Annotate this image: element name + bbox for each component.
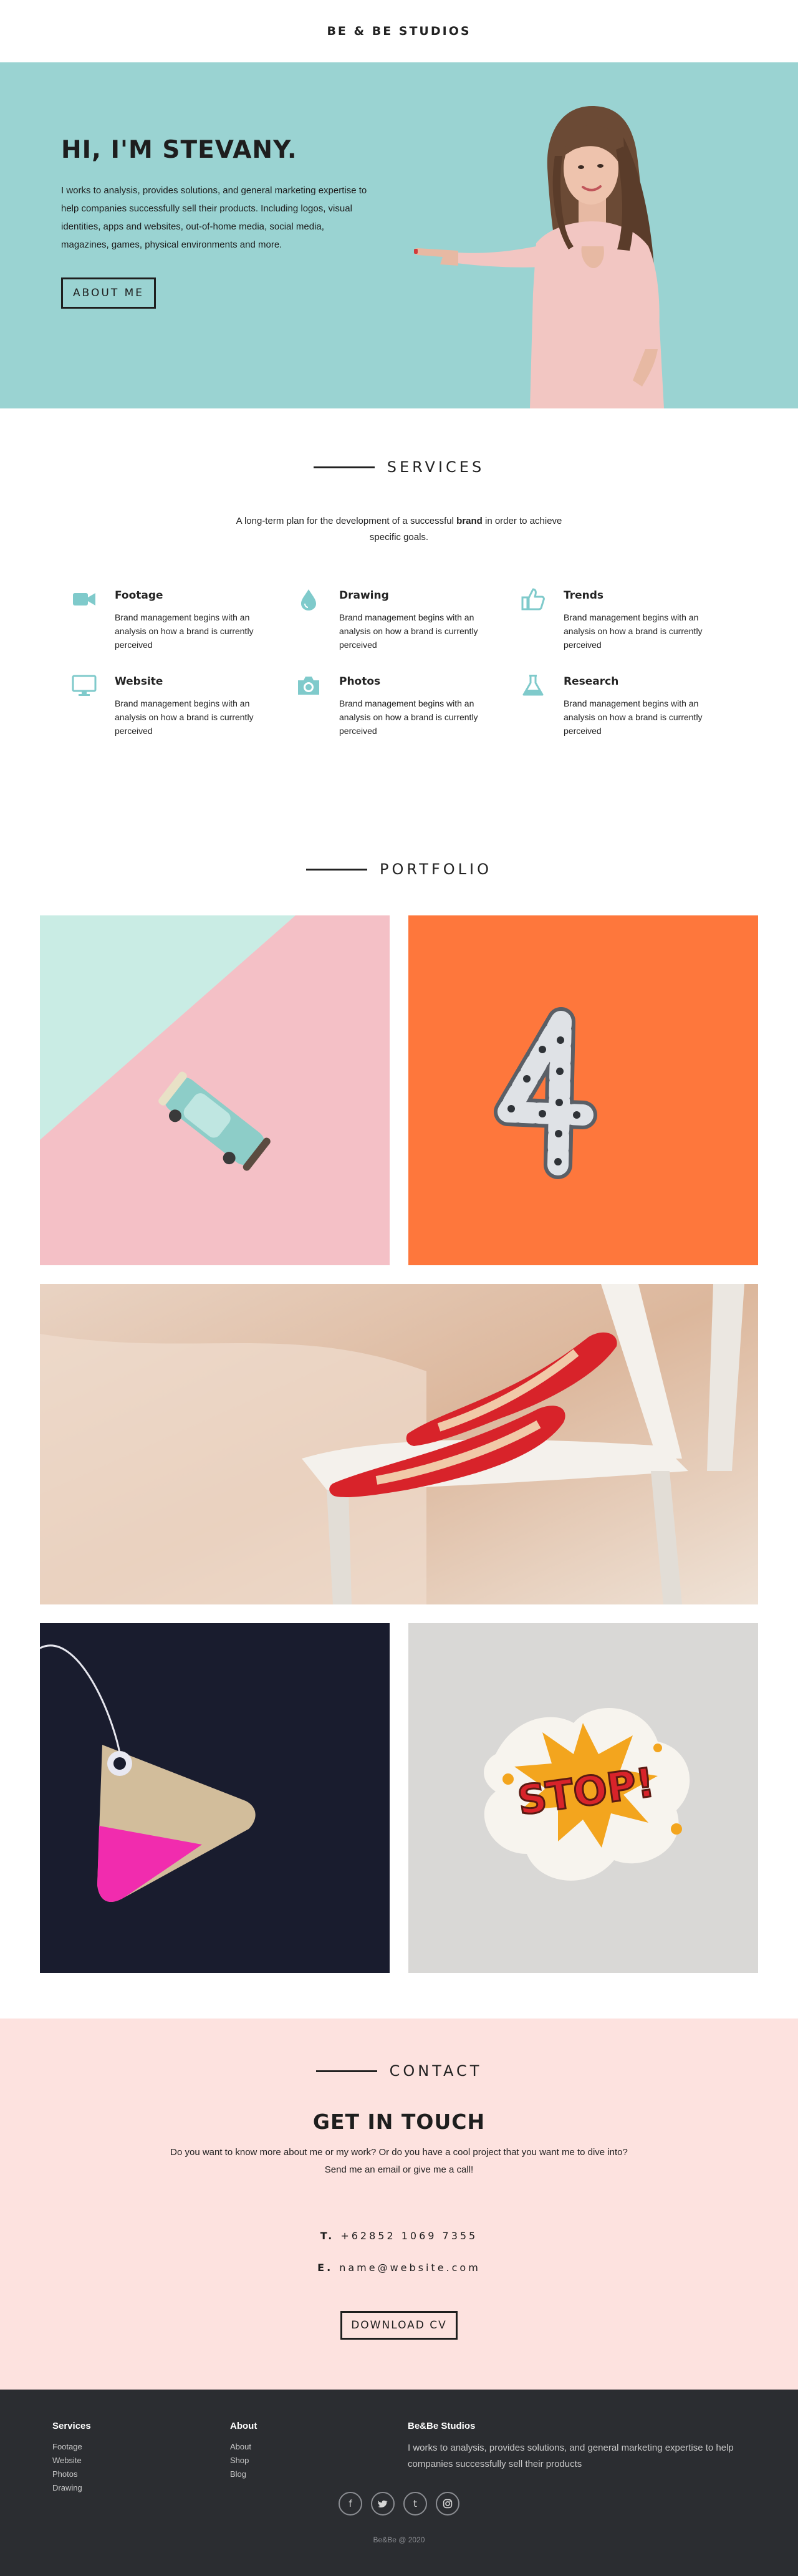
footer-about-text: I works to analysis, provides solutions,… [408,2443,734,2469]
contact-text: Do you want to know more about me or my … [0,2144,798,2179]
footer-studio-column: Be&Be Studios I works to analysis, provi… [408,2421,757,2472]
bike-chain-number-image[interactable] [408,915,758,1265]
service-name: Research [564,675,619,688]
contact-phone: T. +62852 1069 7355 [0,2230,798,2242]
copyright-text: Be&Be @ 2020 [373,2535,425,2544]
phone-label: T. [320,2230,335,2242]
email-address[interactable]: name@website.com [339,2262,481,2274]
contact-section-title: CONTACT [0,2062,798,2080]
services-intro-bold: brand [456,516,483,526]
services-intro-text: A long-term plan for the development of … [236,516,457,526]
service-name: Footage [115,589,163,602]
hero-section: HI, I'M STEVANY. I works to analysis, pr… [0,62,798,408]
service-item-footage: Footage Brand management begins with an … [71,587,296,652]
site-header: BE & BE STUDIOS [0,0,798,62]
camera-icon [296,673,322,699]
contact-text-line2: Send me an email or give me a call! [324,2164,474,2175]
title-divider-line [313,466,375,468]
monitor-icon [71,673,97,699]
footer-services-column: Services Footage Website Photos Drawing [52,2421,91,2495]
site-logo[interactable]: BE & BE STUDIOS [327,24,471,38]
services-intro: A long-term plan for the development of … [224,513,574,546]
service-item-research: Research Brand management begins with an… [520,673,744,738]
footer-link-shop[interactable]: Shop [230,2454,257,2467]
flask-icon [520,673,546,699]
hero-title: HI, I'M STEVANY. [61,136,297,164]
social-links: f t [0,2492,798,2516]
drop-icon [296,587,322,613]
footer-column-title: Be&Be Studios [408,2421,476,2431]
title-divider-line [306,868,367,871]
contact-section: CONTACT GET IN TOUCH Do you want to know… [0,2019,798,2390]
facebook-icon[interactable]: f [339,2492,362,2516]
service-description: Brand management begins with an analysis… [339,698,478,736]
footer-link-blog[interactable]: Blog [230,2467,257,2481]
portfolio-title: PORTFOLIO [380,861,492,878]
service-item-trends: Trends Brand management begins with an a… [520,587,744,652]
site-footer: Services Footage Website Photos Drawing … [0,2390,798,2576]
phone-number[interactable]: +62852 1069 7355 [340,2230,478,2242]
contact-text-line1: Do you want to know more about me or my … [170,2147,628,2158]
footer-link-website[interactable]: Website [52,2454,91,2467]
download-cv-button[interactable]: DOWNLOAD CV [340,2311,458,2340]
instagram-icon[interactable] [436,2492,459,2516]
footer-column-title: About [230,2421,257,2431]
service-name: Drawing [339,589,389,602]
service-name: Photos [339,675,381,688]
thumbs-up-icon [520,587,546,613]
video-camera-icon [71,587,97,613]
twitter-icon[interactable] [371,2492,395,2516]
services-section-title: SERVICES [0,458,798,476]
hero-portrait-image [414,106,664,408]
service-description: Brand management begins with an analysis… [339,612,478,650]
about-me-button[interactable]: ABOUT ME [61,277,156,309]
portfolio-grid: STOP! [0,915,798,1975]
services-section: SERVICES A long-term plan for the develo… [0,408,798,822]
portfolio-section-title: PORTFOLIO [0,861,798,878]
service-description: Brand management begins with an analysis… [115,698,254,736]
footer-column-title: Services [52,2421,91,2431]
services-title: SERVICES [387,458,485,476]
stop-sticker-image[interactable]: STOP! [408,1623,758,1973]
hero-text: HI, I'M STEVANY. I works to analysis, pr… [61,136,373,309]
red-shoes-image[interactable] [40,1284,758,1604]
service-item-drawing: Drawing Brand management begins with an … [296,587,520,652]
price-tag-image[interactable] [40,1623,390,1973]
title-divider-line [315,2070,377,2072]
service-name: Trends [564,589,604,602]
portfolio-section: PORTFOLIO STOP! [0,822,798,2019]
services-grid: Footage Brand management begins with an … [71,587,798,738]
email-label: E. [317,2262,334,2274]
service-description: Brand management begins with an analysis… [115,612,254,650]
tumblr-icon[interactable]: t [403,2492,427,2516]
service-name: Website [115,675,163,688]
toy-car-image[interactable] [40,915,390,1265]
contact-email: E. name@website.com [0,2262,798,2274]
hero-description: I works to analysis, provides solutions,… [61,185,367,250]
service-description: Brand management begins with an analysis… [564,612,703,650]
footer-about-column: About About Shop Blog [230,2421,257,2481]
contact-heading: GET IN TOUCH [312,2110,486,2134]
footer-link-photos[interactable]: Photos [52,2467,91,2481]
footer-link-footage[interactable]: Footage [52,2440,91,2454]
service-description: Brand management begins with an analysis… [564,698,703,736]
footer-link-about[interactable]: About [230,2440,257,2454]
service-item-website: Website Brand management begins with an … [71,673,296,738]
contact-title: CONTACT [389,2062,483,2080]
service-item-photos: Photos Brand management begins with an a… [296,673,520,738]
